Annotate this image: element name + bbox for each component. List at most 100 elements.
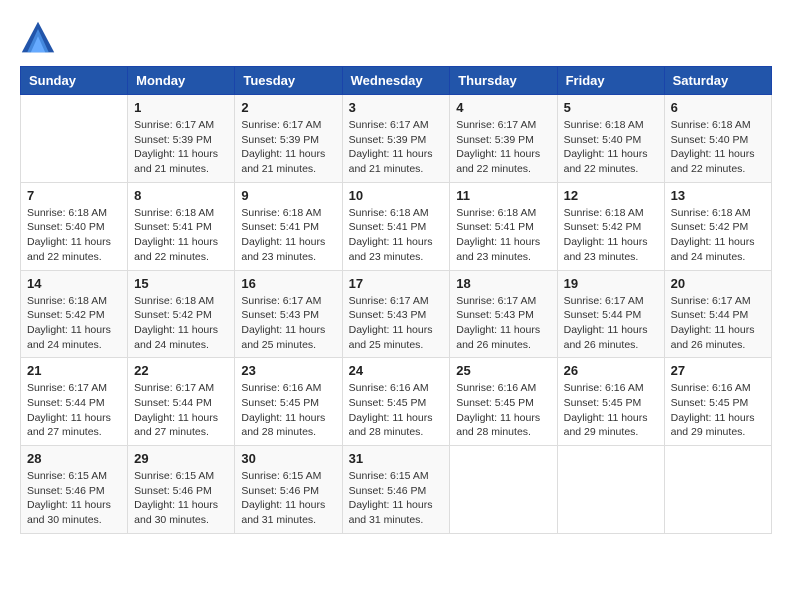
day-cell: 29 Sunrise: 6:15 AMSunset: 5:46 PMDaylig… — [128, 446, 235, 534]
day-cell: 25 Sunrise: 6:16 AMSunset: 5:45 PMDaylig… — [450, 358, 557, 446]
week-row-1: 1 Sunrise: 6:17 AMSunset: 5:39 PMDayligh… — [21, 95, 772, 183]
day-cell: 27 Sunrise: 6:16 AMSunset: 5:45 PMDaylig… — [664, 358, 771, 446]
day-cell: 16 Sunrise: 6:17 AMSunset: 5:43 PMDaylig… — [235, 270, 342, 358]
day-number: 5 — [564, 100, 658, 115]
day-number: 25 — [456, 363, 550, 378]
header-cell-tuesday: Tuesday — [235, 67, 342, 95]
day-cell: 4 Sunrise: 6:17 AMSunset: 5:39 PMDayligh… — [450, 95, 557, 183]
day-info: Sunrise: 6:15 AMSunset: 5:46 PMDaylight:… — [27, 469, 121, 528]
day-info: Sunrise: 6:17 AMSunset: 5:43 PMDaylight:… — [241, 294, 335, 353]
day-cell — [450, 446, 557, 534]
day-info: Sunrise: 6:18 AMSunset: 5:42 PMDaylight:… — [671, 206, 765, 265]
day-number: 9 — [241, 188, 335, 203]
day-number: 26 — [564, 363, 658, 378]
day-cell: 8 Sunrise: 6:18 AMSunset: 5:41 PMDayligh… — [128, 182, 235, 270]
logo-icon — [20, 20, 56, 56]
day-info: Sunrise: 6:18 AMSunset: 5:42 PMDaylight:… — [27, 294, 121, 353]
day-cell: 3 Sunrise: 6:17 AMSunset: 5:39 PMDayligh… — [342, 95, 450, 183]
day-number: 21 — [27, 363, 121, 378]
calendar-header: SundayMondayTuesdayWednesdayThursdayFrid… — [21, 67, 772, 95]
day-number: 14 — [27, 276, 121, 291]
day-number: 11 — [456, 188, 550, 203]
day-cell: 9 Sunrise: 6:18 AMSunset: 5:41 PMDayligh… — [235, 182, 342, 270]
day-info: Sunrise: 6:16 AMSunset: 5:45 PMDaylight:… — [456, 381, 550, 440]
day-number: 28 — [27, 451, 121, 466]
day-info: Sunrise: 6:17 AMSunset: 5:44 PMDaylight:… — [671, 294, 765, 353]
week-row-2: 7 Sunrise: 6:18 AMSunset: 5:40 PMDayligh… — [21, 182, 772, 270]
day-number: 17 — [349, 276, 444, 291]
day-info: Sunrise: 6:16 AMSunset: 5:45 PMDaylight:… — [564, 381, 658, 440]
day-number: 8 — [134, 188, 228, 203]
day-number: 10 — [349, 188, 444, 203]
day-cell: 21 Sunrise: 6:17 AMSunset: 5:44 PMDaylig… — [21, 358, 128, 446]
day-cell: 28 Sunrise: 6:15 AMSunset: 5:46 PMDaylig… — [21, 446, 128, 534]
day-cell: 22 Sunrise: 6:17 AMSunset: 5:44 PMDaylig… — [128, 358, 235, 446]
day-number: 2 — [241, 100, 335, 115]
day-cell — [664, 446, 771, 534]
header-cell-sunday: Sunday — [21, 67, 128, 95]
week-row-5: 28 Sunrise: 6:15 AMSunset: 5:46 PMDaylig… — [21, 446, 772, 534]
day-number: 29 — [134, 451, 228, 466]
day-cell: 15 Sunrise: 6:18 AMSunset: 5:42 PMDaylig… — [128, 270, 235, 358]
calendar-table: SundayMondayTuesdayWednesdayThursdayFrid… — [20, 66, 772, 534]
day-number: 27 — [671, 363, 765, 378]
day-info: Sunrise: 6:17 AMSunset: 5:44 PMDaylight:… — [27, 381, 121, 440]
logo — [20, 20, 60, 56]
day-number: 18 — [456, 276, 550, 291]
day-info: Sunrise: 6:18 AMSunset: 5:42 PMDaylight:… — [564, 206, 658, 265]
day-number: 1 — [134, 100, 228, 115]
week-row-4: 21 Sunrise: 6:17 AMSunset: 5:44 PMDaylig… — [21, 358, 772, 446]
day-number: 23 — [241, 363, 335, 378]
day-cell: 31 Sunrise: 6:15 AMSunset: 5:46 PMDaylig… — [342, 446, 450, 534]
day-info: Sunrise: 6:17 AMSunset: 5:43 PMDaylight:… — [456, 294, 550, 353]
day-cell: 2 Sunrise: 6:17 AMSunset: 5:39 PMDayligh… — [235, 95, 342, 183]
day-cell: 14 Sunrise: 6:18 AMSunset: 5:42 PMDaylig… — [21, 270, 128, 358]
day-number: 3 — [349, 100, 444, 115]
day-number: 12 — [564, 188, 658, 203]
day-number: 7 — [27, 188, 121, 203]
day-cell — [557, 446, 664, 534]
week-row-3: 14 Sunrise: 6:18 AMSunset: 5:42 PMDaylig… — [21, 270, 772, 358]
header-cell-monday: Monday — [128, 67, 235, 95]
day-number: 31 — [349, 451, 444, 466]
day-number: 20 — [671, 276, 765, 291]
day-info: Sunrise: 6:15 AMSunset: 5:46 PMDaylight:… — [241, 469, 335, 528]
day-number: 13 — [671, 188, 765, 203]
day-number: 22 — [134, 363, 228, 378]
day-info: Sunrise: 6:15 AMSunset: 5:46 PMDaylight:… — [134, 469, 228, 528]
day-info: Sunrise: 6:16 AMSunset: 5:45 PMDaylight:… — [349, 381, 444, 440]
day-info: Sunrise: 6:17 AMSunset: 5:39 PMDaylight:… — [241, 118, 335, 177]
day-cell: 7 Sunrise: 6:18 AMSunset: 5:40 PMDayligh… — [21, 182, 128, 270]
header-cell-saturday: Saturday — [664, 67, 771, 95]
day-number: 19 — [564, 276, 658, 291]
day-info: Sunrise: 6:18 AMSunset: 5:42 PMDaylight:… — [134, 294, 228, 353]
day-cell: 12 Sunrise: 6:18 AMSunset: 5:42 PMDaylig… — [557, 182, 664, 270]
day-cell: 26 Sunrise: 6:16 AMSunset: 5:45 PMDaylig… — [557, 358, 664, 446]
day-info: Sunrise: 6:18 AMSunset: 5:41 PMDaylight:… — [349, 206, 444, 265]
day-info: Sunrise: 6:15 AMSunset: 5:46 PMDaylight:… — [349, 469, 444, 528]
day-cell: 20 Sunrise: 6:17 AMSunset: 5:44 PMDaylig… — [664, 270, 771, 358]
header-cell-thursday: Thursday — [450, 67, 557, 95]
header-row: SundayMondayTuesdayWednesdayThursdayFrid… — [21, 67, 772, 95]
day-info: Sunrise: 6:18 AMSunset: 5:40 PMDaylight:… — [671, 118, 765, 177]
day-info: Sunrise: 6:17 AMSunset: 5:39 PMDaylight:… — [134, 118, 228, 177]
calendar-body: 1 Sunrise: 6:17 AMSunset: 5:39 PMDayligh… — [21, 95, 772, 534]
header-cell-wednesday: Wednesday — [342, 67, 450, 95]
header — [20, 20, 772, 56]
day-info: Sunrise: 6:17 AMSunset: 5:44 PMDaylight:… — [564, 294, 658, 353]
day-info: Sunrise: 6:18 AMSunset: 5:41 PMDaylight:… — [456, 206, 550, 265]
day-info: Sunrise: 6:18 AMSunset: 5:40 PMDaylight:… — [564, 118, 658, 177]
day-info: Sunrise: 6:16 AMSunset: 5:45 PMDaylight:… — [671, 381, 765, 440]
day-cell: 30 Sunrise: 6:15 AMSunset: 5:46 PMDaylig… — [235, 446, 342, 534]
day-cell: 18 Sunrise: 6:17 AMSunset: 5:43 PMDaylig… — [450, 270, 557, 358]
day-info: Sunrise: 6:18 AMSunset: 5:41 PMDaylight:… — [134, 206, 228, 265]
day-info: Sunrise: 6:17 AMSunset: 5:39 PMDaylight:… — [349, 118, 444, 177]
day-number: 6 — [671, 100, 765, 115]
day-cell: 11 Sunrise: 6:18 AMSunset: 5:41 PMDaylig… — [450, 182, 557, 270]
day-info: Sunrise: 6:17 AMSunset: 5:44 PMDaylight:… — [134, 381, 228, 440]
day-number: 4 — [456, 100, 550, 115]
day-info: Sunrise: 6:18 AMSunset: 5:41 PMDaylight:… — [241, 206, 335, 265]
day-cell: 5 Sunrise: 6:18 AMSunset: 5:40 PMDayligh… — [557, 95, 664, 183]
day-number: 15 — [134, 276, 228, 291]
day-cell: 13 Sunrise: 6:18 AMSunset: 5:42 PMDaylig… — [664, 182, 771, 270]
